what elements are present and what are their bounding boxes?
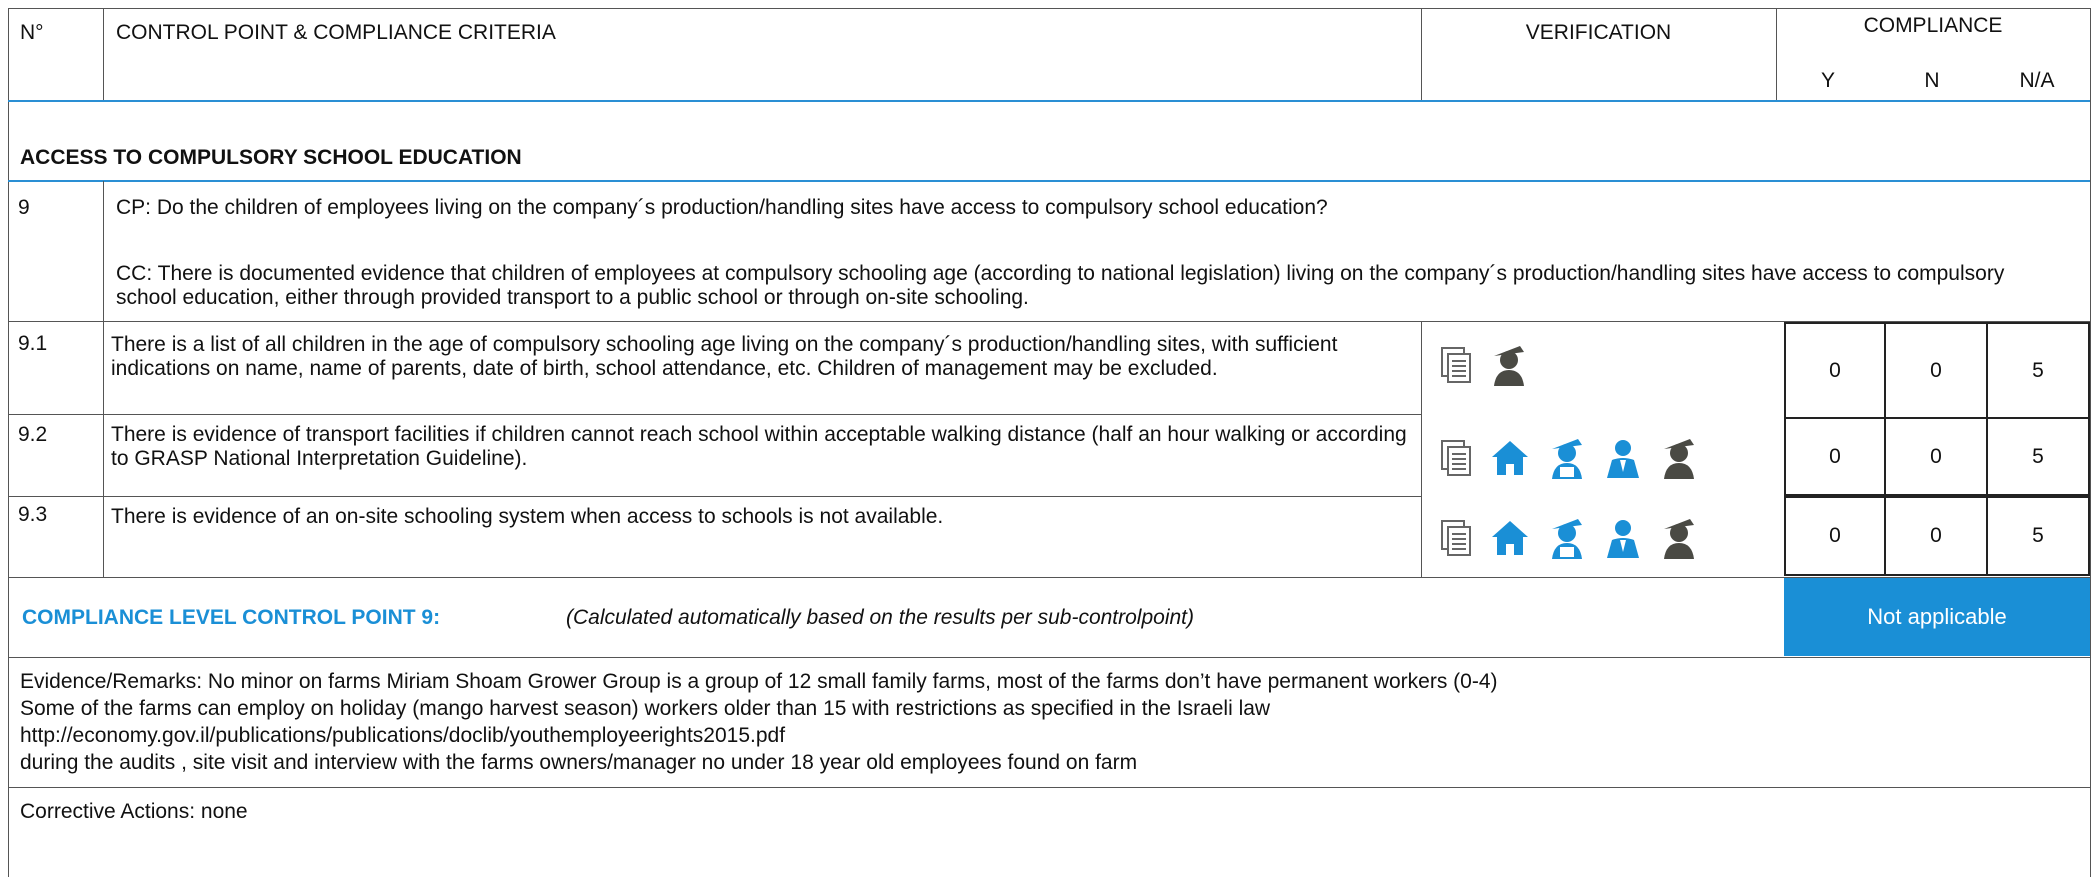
row-number: 9.3 [18, 503, 48, 526]
header-compliance: COMPLIANCE [1863, 14, 2003, 37]
evidence-line: Some of the farms can employ on holiday … [20, 697, 1271, 720]
document-icon [1440, 346, 1472, 384]
score-no: 0 [1884, 496, 1988, 576]
header-yes: Y [1820, 69, 1835, 92]
row-text: There is evidence of transport facilitie… [111, 423, 1407, 470]
compliance-level-note: (Calculated automatically based on the r… [566, 606, 1195, 629]
section-title: ACCESS TO COMPULSORY SCHOOL EDUCATION [20, 146, 522, 169]
cp-question: CP: Do the children of employees living … [116, 196, 1328, 219]
compliance-level-label: COMPLIANCE LEVEL CONTROL POINT 9: [22, 606, 441, 629]
corrective-actions: Corrective Actions: none [20, 800, 248, 823]
manager-icon [1604, 518, 1642, 558]
house-icon [1490, 519, 1530, 557]
evidence-line: Evidence/Remarks: No minor on farms Miri… [20, 670, 1498, 693]
manager-icon [1604, 438, 1642, 478]
worker-hat-icon [1660, 437, 1698, 479]
document-icon [1440, 519, 1472, 557]
header-verification: VERIFICATION [1525, 21, 1672, 44]
document-icon [1440, 439, 1472, 477]
worker-hat-icon [1660, 517, 1698, 559]
score-na: 5 [1986, 496, 2090, 576]
row-number: 9.2 [18, 423, 48, 446]
verification-icons [1440, 344, 1528, 386]
header-number: N° [20, 21, 44, 44]
worker-representative-icon [1548, 437, 1586, 479]
worker-representative-icon [1548, 517, 1586, 559]
verification-icons [1440, 517, 1698, 559]
score-yes: 0 [1784, 496, 1886, 576]
header-divider [8, 100, 2090, 102]
score-na: 5 [1986, 417, 2090, 496]
cp-number: 9 [18, 196, 30, 219]
left-border [8, 8, 9, 877]
evidence-line: during the audits , site visit and inter… [20, 751, 1138, 774]
row-text: There is a list of all children in the a… [111, 333, 1338, 380]
row-number: 9.1 [18, 332, 48, 355]
verification-icons [1440, 437, 1698, 479]
header-no: N [1924, 69, 1940, 92]
row-text: There is evidence of an on-site schoolin… [111, 505, 944, 528]
header-na: N/A [2019, 69, 2055, 92]
compliance-result-badge: Not applicable [1784, 578, 2090, 656]
score-yes: 0 [1784, 417, 1886, 496]
score-na: 5 [1986, 322, 2090, 419]
score-yes: 0 [1784, 322, 1886, 419]
section-divider [8, 180, 2090, 182]
cp-criteria: CC: There is documented evidence that ch… [116, 262, 2005, 309]
score-no: 0 [1884, 322, 1988, 419]
worker-hat-icon [1490, 344, 1528, 386]
top-border [8, 8, 2090, 9]
score-no: 0 [1884, 417, 1988, 496]
evidence-link: http://economy.gov.il/publications/publi… [20, 724, 786, 747]
header-control-point: CONTROL POINT & COMPLIANCE CRITERIA [116, 21, 556, 44]
house-icon [1490, 439, 1530, 477]
